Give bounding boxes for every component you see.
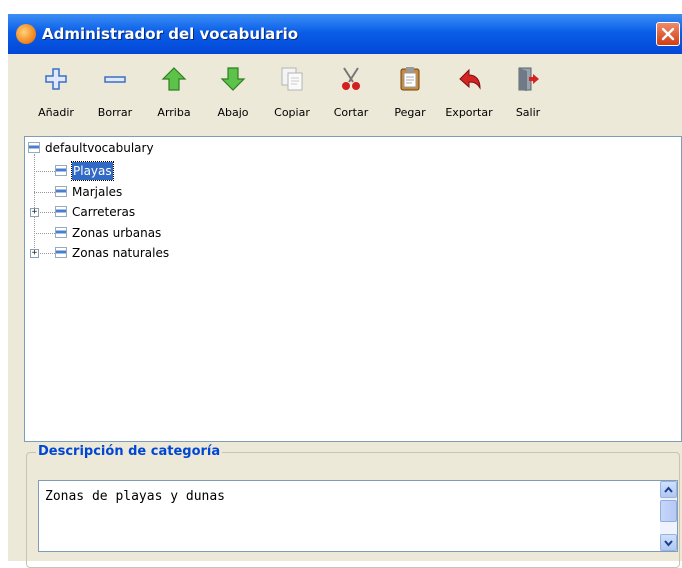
arrow-down-icon [220, 67, 246, 91]
move-up-button-label: Arriba [157, 106, 191, 119]
minus-icon [104, 76, 126, 83]
delete-button-label: Borrar [97, 106, 133, 119]
description-scrollbar[interactable] [660, 481, 677, 551]
category-icon [55, 206, 67, 217]
cut-button[interactable]: Cortar [321, 62, 381, 124]
add-button-label: Añadir [38, 106, 74, 119]
description-group-title: Descripción de categoría [36, 444, 223, 459]
tree-connector-line [34, 192, 55, 193]
category-icon [28, 142, 40, 153]
exit-button-label: Salir [515, 106, 541, 119]
scissors-icon [342, 67, 360, 90]
chevron-down-icon [664, 540, 673, 547]
tree-item-label: Marjales [72, 185, 123, 199]
copy-button-label: Copiar [274, 106, 310, 119]
copy-icon [281, 67, 303, 91]
copy-button[interactable]: Copiar [262, 62, 322, 124]
paste-button[interactable]: Pegar [380, 62, 440, 124]
tree-item-label: Zonas urbanas [72, 226, 162, 240]
export-button-label: Exportar [445, 106, 493, 119]
add-button[interactable]: Añadir [26, 62, 86, 124]
tree-connector-line [34, 171, 55, 172]
move-down-button[interactable]: Abajo [203, 62, 263, 124]
tree-connector-line [34, 233, 55, 234]
tree-connector-line [34, 154, 35, 252]
chevron-up-icon [664, 486, 673, 493]
paste-button-label: Pegar [394, 106, 426, 119]
toolbar: Añadir Borrar Arriba Abajo Copiar Cortar… [8, 56, 682, 130]
export-button[interactable]: Exportar [439, 62, 499, 124]
close-icon [661, 27, 675, 41]
app-icon [16, 24, 36, 44]
export-icon [459, 68, 481, 90]
category-icon [55, 186, 67, 197]
move-down-button-label: Abajo [217, 106, 249, 119]
category-icon [55, 165, 67, 176]
category-icon [55, 227, 67, 238]
scroll-down-button[interactable] [660, 534, 677, 551]
description-textarea[interactable]: Zonas de playas y dunas [38, 480, 678, 552]
expand-toggle-carreteras[interactable]: + [30, 208, 39, 217]
title-bar[interactable]: Administrador del vocabulario [8, 14, 682, 54]
delete-button[interactable]: Borrar [85, 62, 145, 124]
exit-door-icon [518, 67, 539, 91]
close-button[interactable] [656, 22, 680, 46]
arrow-up-icon [161, 67, 187, 91]
vocabulary-manager-window: Administrador del vocabulario Añadir Bor… [8, 14, 682, 568]
tree-item-label: Zonas naturales [72, 246, 170, 260]
exit-button[interactable]: Salir [498, 62, 558, 124]
description-text: Zonas de playas y dunas [45, 489, 226, 504]
scroll-thumb[interactable] [660, 500, 677, 522]
move-up-button[interactable]: Arriba [144, 62, 204, 124]
plus-icon [45, 68, 67, 90]
tree-item-label: Playas [71, 161, 114, 181]
tree-root-label: defaultvocabulary [45, 141, 154, 155]
window-title: Administrador del vocabulario [42, 25, 299, 43]
scroll-up-button[interactable] [660, 481, 677, 498]
tree-item-label: Carreteras [72, 205, 136, 219]
clipboard-icon [400, 67, 420, 91]
category-icon [55, 247, 67, 258]
vocabulary-tree[interactable]: defaultvocabulary Playas Marjales + Carr… [24, 136, 682, 442]
expand-toggle-zonas-naturales[interactable]: + [30, 249, 39, 258]
cut-button-label: Cortar [333, 106, 369, 119]
